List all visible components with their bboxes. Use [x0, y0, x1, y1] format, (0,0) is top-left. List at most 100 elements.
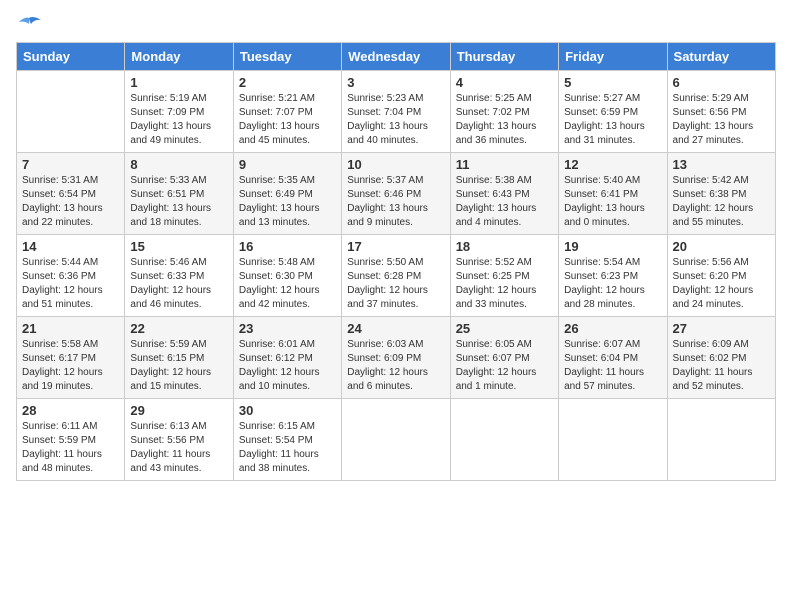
day-info: Sunrise: 5:33 AM Sunset: 6:51 PM Dayligh… — [130, 174, 227, 230]
calendar-cell: 17Sunrise: 5:50 AM Sunset: 6:28 PM Dayli… — [342, 235, 450, 317]
calendar-week-row: 21 Sunrise: 5:58 AM Sunset: 6:17 PM Dayli… — [17, 317, 776, 399]
calendar-cell: 11Sunrise: 5:38 AM Sunset: 6:43 PM Dayli… — [450, 153, 558, 235]
calendar-cell: 22Sunrise: 5:59 AM Sunset: 6:15 PM Dayli… — [125, 317, 233, 399]
day-info: Sunrise: 5:44 AM Sunset: 6:36 PM Dayligh… — [22, 256, 119, 312]
day-info: Sunrise: 5:29 AM Sunset: 6:56 PM Dayligh… — [673, 92, 770, 148]
day-info: Sunrise: 5:48 AM Sunset: 6:30 PM Dayligh… — [239, 256, 336, 312]
day-number: 2 — [239, 75, 336, 90]
header-saturday: Saturday — [667, 43, 775, 71]
calendar-cell — [342, 399, 450, 481]
calendar-cell: 13Sunrise: 5:42 AM Sunset: 6:38 PM Dayli… — [667, 153, 775, 235]
logo — [16, 16, 41, 32]
calendar-cell: 6Sunrise: 5:29 AM Sunset: 6:56 PM Daylig… — [667, 71, 775, 153]
calendar-cell: 9 Sunrise: 5:35 AM Sunset: 6:49 PM Daylig… — [233, 153, 341, 235]
header-tuesday: Tuesday — [233, 43, 341, 71]
day-number: 7 — [22, 157, 119, 172]
day-number: 21 — [22, 321, 119, 336]
calendar-header-row: SundayMondayTuesdayWednesdayThursdayFrid… — [17, 43, 776, 71]
day-number: 9 — [239, 157, 336, 172]
calendar-cell: 28 Sunrise: 6:11 AM Sunset: 5:59 PM Dayli… — [17, 399, 125, 481]
day-info: Sunrise: 6:13 AM Sunset: 5:56 PM Dayligh… — [130, 420, 227, 476]
day-number: 23 — [239, 321, 336, 336]
day-info: Sunrise: 6:01 AM Sunset: 6:12 PM Dayligh… — [239, 338, 336, 394]
calendar-cell: 14 Sunrise: 5:44 AM Sunset: 6:36 PM Dayli… — [17, 235, 125, 317]
calendar-cell: 2 Sunrise: 5:21 AM Sunset: 7:07 PM Daylig… — [233, 71, 341, 153]
calendar-week-row: 1 Sunrise: 5:19 AM Sunset: 7:09 PM Daylig… — [17, 71, 776, 153]
day-number: 4 — [456, 75, 553, 90]
calendar-cell: 26 Sunrise: 6:07 AM Sunset: 6:04 PM Dayli… — [559, 317, 667, 399]
day-number: 30 — [239, 403, 336, 418]
calendar-cell: 27 Sunrise: 6:09 AM Sunset: 6:02 PM Dayli… — [667, 317, 775, 399]
day-info: Sunrise: 5:23 AM Sunset: 7:04 PM Dayligh… — [347, 92, 444, 148]
calendar-cell — [450, 399, 558, 481]
calendar-cell: 15 Sunrise: 5:46 AM Sunset: 6:33 PM Dayli… — [125, 235, 233, 317]
day-info: Sunrise: 6:03 AM Sunset: 6:09 PM Dayligh… — [347, 338, 444, 394]
page-header — [16, 16, 776, 32]
day-info: Sunrise: 5:56 AM Sunset: 6:20 PM Dayligh… — [673, 256, 770, 312]
day-number: 3 — [347, 75, 444, 90]
day-info: Sunrise: 5:25 AM Sunset: 7:02 PM Dayligh… — [456, 92, 553, 148]
day-info: Sunrise: 5:19 AM Sunset: 7:09 PM Dayligh… — [130, 92, 227, 148]
day-number: 18 — [456, 239, 553, 254]
day-info: Sunrise: 5:31 AM Sunset: 6:54 PM Dayligh… — [22, 174, 119, 230]
day-info: Sunrise: 5:54 AM Sunset: 6:23 PM Dayligh… — [564, 256, 661, 312]
header-wednesday: Wednesday — [342, 43, 450, 71]
day-number: 14 — [22, 239, 119, 254]
calendar-cell: 19 Sunrise: 5:54 AM Sunset: 6:23 PM Dayli… — [559, 235, 667, 317]
day-info: Sunrise: 5:21 AM Sunset: 7:07 PM Dayligh… — [239, 92, 336, 148]
day-number: 19 — [564, 239, 661, 254]
day-number: 8 — [130, 157, 227, 172]
header-thursday: Thursday — [450, 43, 558, 71]
calendar-cell: 25 Sunrise: 6:05 AM Sunset: 6:07 PM Dayli… — [450, 317, 558, 399]
calendar-cell: 10Sunrise: 5:37 AM Sunset: 6:46 PM Dayli… — [342, 153, 450, 235]
day-info: Sunrise: 6:07 AM Sunset: 6:04 PM Dayligh… — [564, 338, 661, 394]
calendar-week-row: 14 Sunrise: 5:44 AM Sunset: 6:36 PM Dayli… — [17, 235, 776, 317]
day-info: Sunrise: 5:40 AM Sunset: 6:41 PM Dayligh… — [564, 174, 661, 230]
day-info: Sunrise: 6:05 AM Sunset: 6:07 PM Dayligh… — [456, 338, 553, 394]
calendar-cell: 12 Sunrise: 5:40 AM Sunset: 6:41 PM Dayli… — [559, 153, 667, 235]
calendar-cell — [17, 71, 125, 153]
day-number: 20 — [673, 239, 770, 254]
calendar-cell: 30Sunrise: 6:15 AM Sunset: 5:54 PM Dayli… — [233, 399, 341, 481]
day-info: Sunrise: 5:46 AM Sunset: 6:33 PM Dayligh… — [130, 256, 227, 312]
header-sunday: Sunday — [17, 43, 125, 71]
calendar-cell: 23 Sunrise: 6:01 AM Sunset: 6:12 PM Dayli… — [233, 317, 341, 399]
day-number: 27 — [673, 321, 770, 336]
calendar-cell — [667, 399, 775, 481]
calendar-table: SundayMondayTuesdayWednesdayThursdayFrid… — [16, 42, 776, 481]
day-number: 10 — [347, 157, 444, 172]
day-number: 22 — [130, 321, 227, 336]
calendar-cell: 7 Sunrise: 5:31 AM Sunset: 6:54 PM Daylig… — [17, 153, 125, 235]
day-number: 26 — [564, 321, 661, 336]
calendar-cell: 20 Sunrise: 5:56 AM Sunset: 6:20 PM Dayli… — [667, 235, 775, 317]
day-number: 25 — [456, 321, 553, 336]
calendar-cell: 3 Sunrise: 5:23 AM Sunset: 7:04 PM Daylig… — [342, 71, 450, 153]
calendar-week-row: 7 Sunrise: 5:31 AM Sunset: 6:54 PM Daylig… — [17, 153, 776, 235]
calendar-week-row: 28 Sunrise: 6:11 AM Sunset: 5:59 PM Dayli… — [17, 399, 776, 481]
day-info: Sunrise: 6:11 AM Sunset: 5:59 PM Dayligh… — [22, 420, 119, 476]
day-info: Sunrise: 5:58 AM Sunset: 6:17 PM Dayligh… — [22, 338, 119, 394]
calendar-cell: 21 Sunrise: 5:58 AM Sunset: 6:17 PM Dayli… — [17, 317, 125, 399]
day-number: 29 — [130, 403, 227, 418]
calendar-cell — [559, 399, 667, 481]
calendar-cell: 24 Sunrise: 6:03 AM Sunset: 6:09 PM Dayli… — [342, 317, 450, 399]
day-number: 12 — [564, 157, 661, 172]
day-number: 28 — [22, 403, 119, 418]
day-info: Sunrise: 5:42 AM Sunset: 6:38 PM Dayligh… — [673, 174, 770, 230]
day-number: 15 — [130, 239, 227, 254]
calendar-cell: 29 Sunrise: 6:13 AM Sunset: 5:56 PM Dayli… — [125, 399, 233, 481]
day-info: Sunrise: 5:52 AM Sunset: 6:25 PM Dayligh… — [456, 256, 553, 312]
calendar-cell: 5Sunrise: 5:27 AM Sunset: 6:59 PM Daylig… — [559, 71, 667, 153]
day-info: Sunrise: 5:35 AM Sunset: 6:49 PM Dayligh… — [239, 174, 336, 230]
calendar-cell: 4 Sunrise: 5:25 AM Sunset: 7:02 PM Daylig… — [450, 71, 558, 153]
day-number: 17 — [347, 239, 444, 254]
header-friday: Friday — [559, 43, 667, 71]
header-monday: Monday — [125, 43, 233, 71]
calendar-cell: 18 Sunrise: 5:52 AM Sunset: 6:25 PM Dayli… — [450, 235, 558, 317]
day-number: 1 — [130, 75, 227, 90]
calendar-cell: 16 Sunrise: 5:48 AM Sunset: 6:30 PM Dayli… — [233, 235, 341, 317]
day-number: 16 — [239, 239, 336, 254]
calendar-cell: 1 Sunrise: 5:19 AM Sunset: 7:09 PM Daylig… — [125, 71, 233, 153]
day-info: Sunrise: 6:09 AM Sunset: 6:02 PM Dayligh… — [673, 338, 770, 394]
day-number: 24 — [347, 321, 444, 336]
